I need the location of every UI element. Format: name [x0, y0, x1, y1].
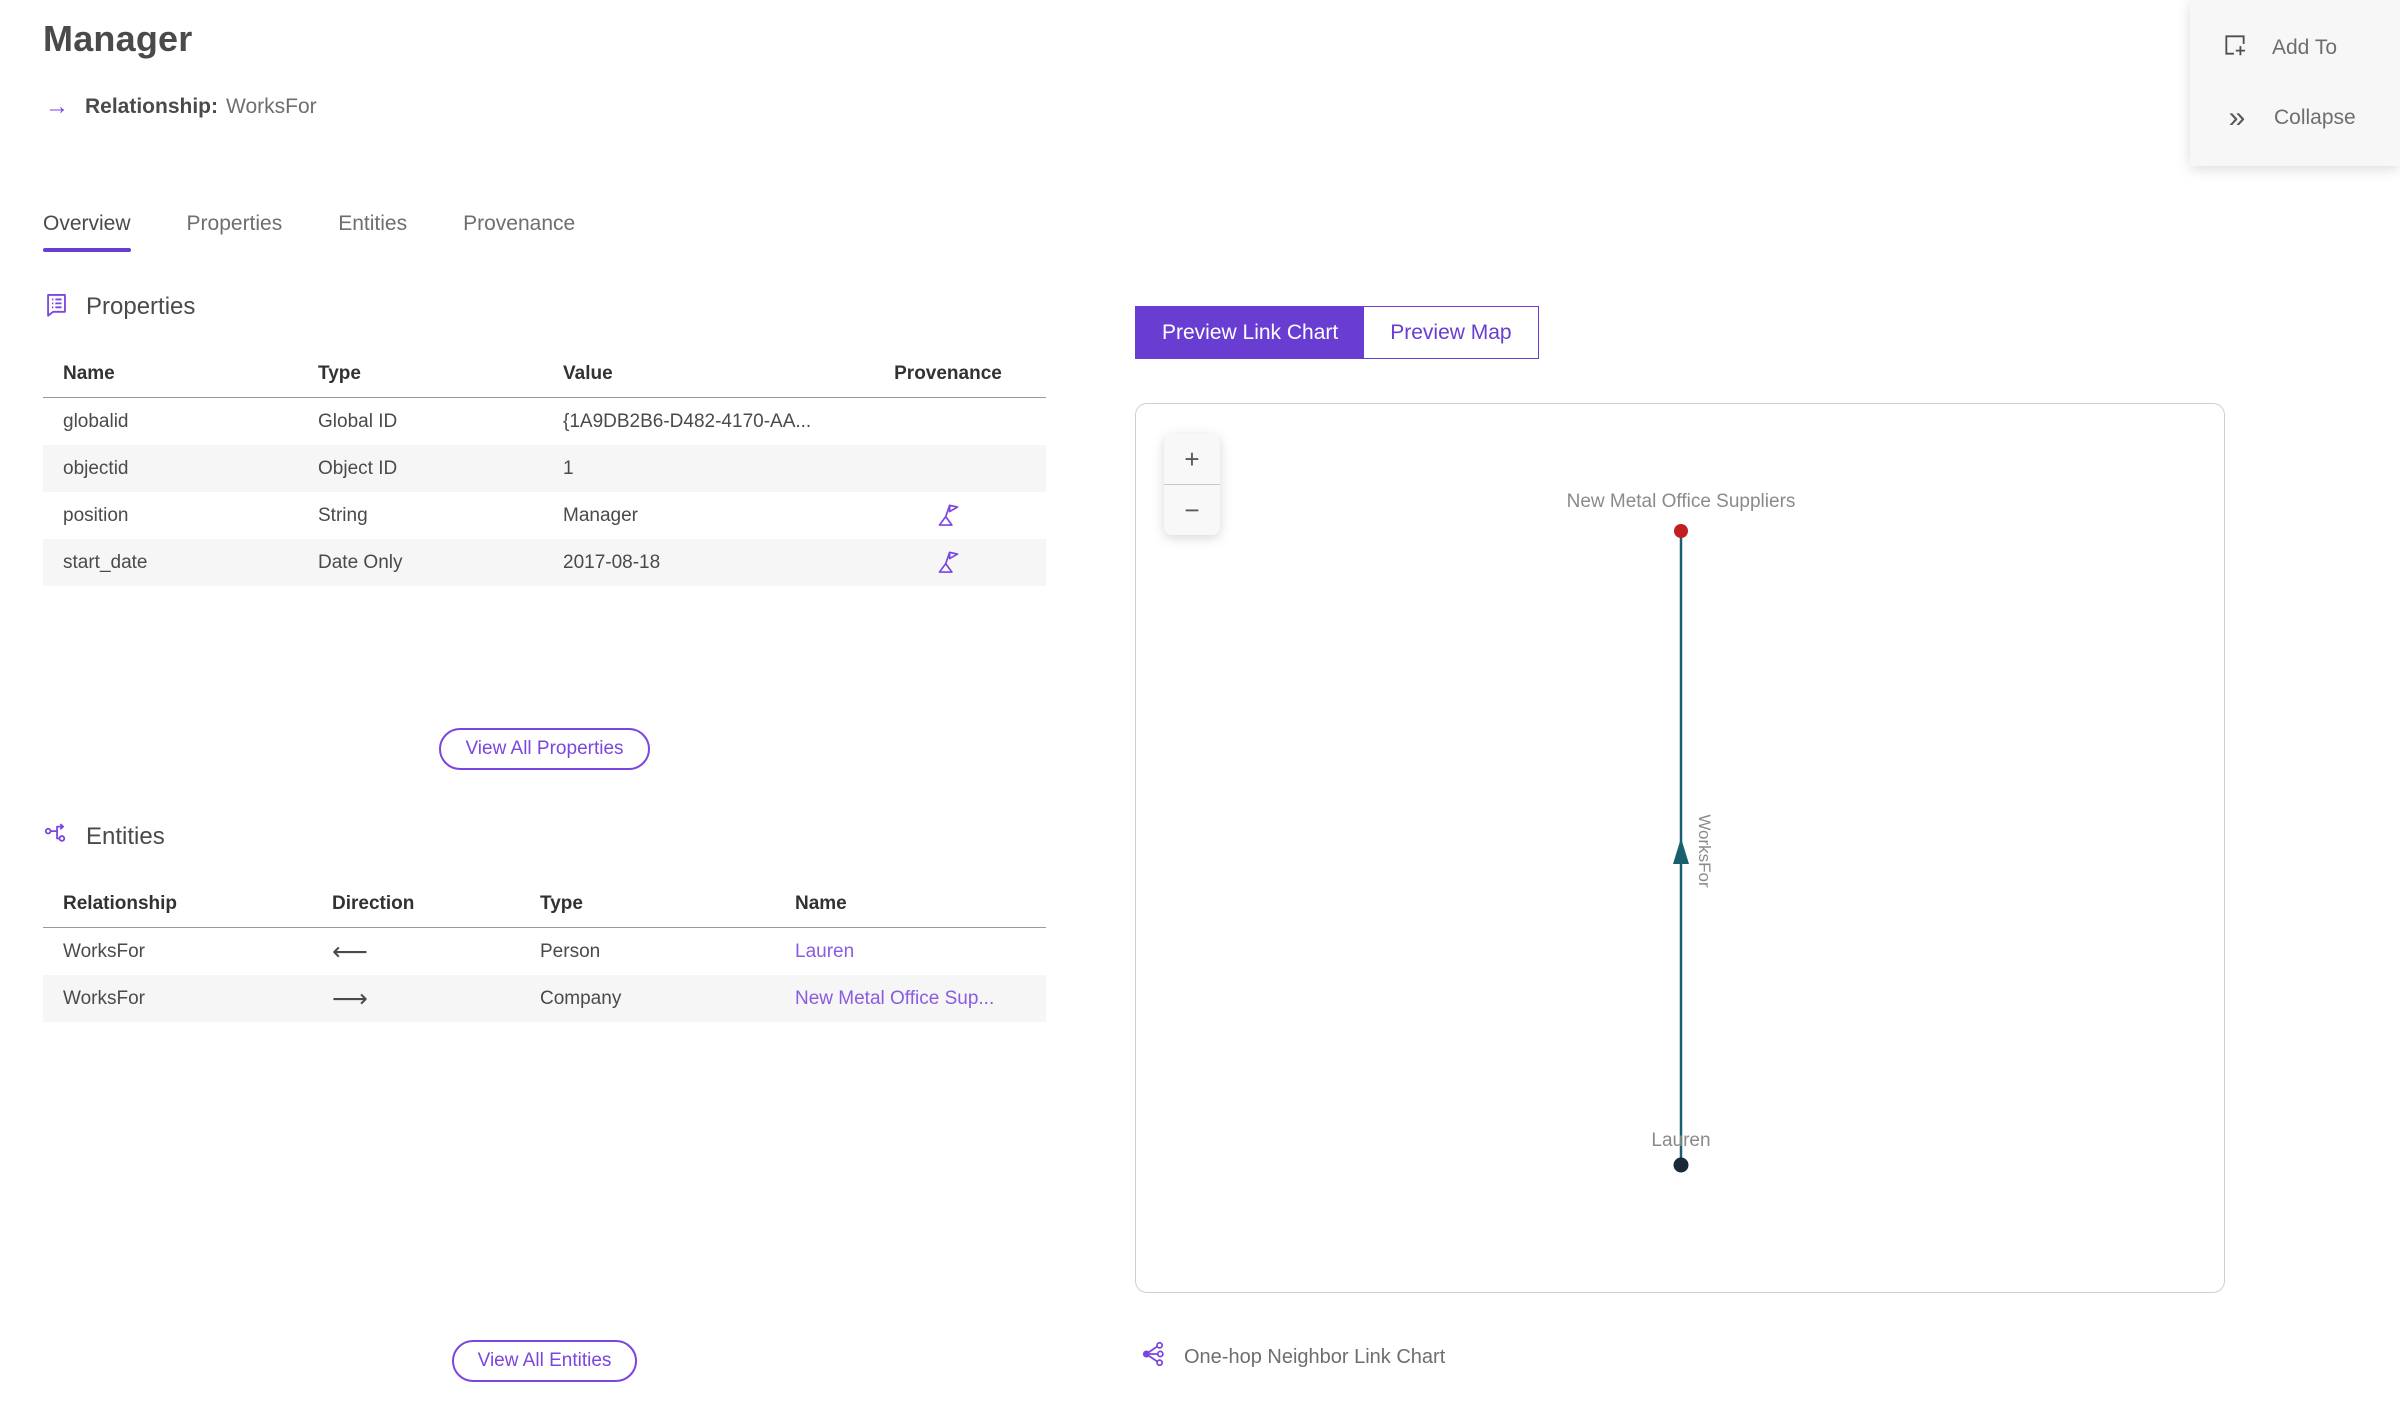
edge-arrowhead-icon: [1673, 838, 1689, 864]
prop-value: {1A9DB2B6-D482-4170-AA...: [563, 410, 812, 432]
action-card: Add To » Collapse: [2190, 0, 2400, 166]
entities-section-header: Entities: [43, 822, 1046, 852]
zoom-control: + −: [1164, 434, 1220, 535]
table-row: WorksFor ⟶ Company New Metal Office Sup.…: [43, 975, 1046, 1022]
entity-name-link[interactable]: Lauren: [795, 941, 1046, 963]
col-name: Name: [63, 363, 115, 384]
prop-value: 1: [563, 457, 574, 479]
company-node-label: New Metal Office Suppliers: [1567, 491, 1796, 512]
col-relationship: Relationship: [63, 893, 178, 914]
prop-name: globalid: [63, 410, 129, 432]
entities-section-title: Entities: [86, 823, 165, 850]
entity-type: Person: [540, 940, 601, 962]
tab-bar: Overview Properties Entities Provenance: [43, 212, 575, 252]
properties-section-header: Properties: [43, 292, 1046, 322]
tab-properties[interactable]: Properties: [187, 212, 283, 252]
collapse-label: Collapse: [2274, 105, 2356, 129]
entities-table-header: Relationship Direction Type Name: [43, 878, 1046, 928]
col-value: Value: [563, 363, 613, 384]
prop-type: String: [318, 504, 368, 526]
entities-icon: [43, 821, 70, 853]
entity-type: Company: [540, 987, 622, 1009]
properties-table-header: Name Type Value Provenance: [43, 348, 1046, 398]
properties-table: Name Type Value Provenance globalid Glob…: [43, 348, 1046, 586]
overview-left-column: Properties Name Type Value Provenance gl…: [43, 292, 1046, 1382]
properties-icon: [43, 291, 70, 323]
tab-provenance[interactable]: Provenance: [463, 212, 575, 252]
collapse-button[interactable]: » Collapse: [2222, 100, 2400, 134]
table-row: WorksFor ⟵ Person Lauren: [43, 928, 1046, 975]
preview-map-button[interactable]: Preview Map: [1364, 307, 1538, 358]
chart-caption: One-hop Neighbor Link Chart: [1140, 1340, 1445, 1374]
direction-right-arrow-icon: ⟶: [332, 984, 368, 1013]
prop-name: objectid: [63, 457, 129, 479]
prop-name: position: [63, 504, 129, 526]
edge-label: WorksFor: [1695, 814, 1714, 888]
tab-entities[interactable]: Entities: [338, 212, 407, 252]
add-to-button[interactable]: Add To: [2222, 32, 2400, 64]
col-type: Type: [318, 363, 361, 384]
person-node[interactable]: [1673, 1157, 1689, 1173]
prop-value: 2017-08-18: [563, 551, 661, 573]
col-direction: Direction: [332, 893, 415, 914]
preview-link-chart-button[interactable]: Preview Link Chart: [1136, 307, 1365, 358]
page-title: Manager: [43, 18, 193, 59]
properties-section-title: Properties: [86, 293, 196, 320]
add-to-label: Add To: [2272, 35, 2337, 59]
entity-relationship: WorksFor: [63, 940, 145, 962]
link-chart-panel[interactable]: + − WorksFor New Metal Office Suppliers …: [1135, 403, 2225, 1293]
entity-name-link[interactable]: New Metal Office Sup...: [795, 988, 1046, 1010]
provenance-flag-icon[interactable]: [850, 549, 1046, 576]
prop-type: Global ID: [318, 410, 398, 432]
add-to-icon: [2222, 32, 2248, 64]
relationship-value: WorksFor: [226, 95, 317, 118]
collapse-icon: »: [2228, 100, 2246, 134]
prop-name: start_date: [63, 551, 148, 573]
chart-caption-text: One-hop Neighbor Link Chart: [1184, 1345, 1446, 1368]
tab-overview[interactable]: Overview: [43, 212, 131, 252]
zoom-in-button[interactable]: +: [1164, 434, 1220, 484]
col-provenance: Provenance: [894, 363, 1002, 384]
table-row: globalid Global ID {1A9DB2B6-D482-4170-A…: [43, 398, 1046, 445]
preview-toggle: Preview Link Chart Preview Map: [1135, 306, 1539, 359]
prop-type: Object ID: [318, 457, 398, 479]
table-row: position String Manager: [43, 492, 1046, 539]
entities-table: Relationship Direction Type Name WorksFo…: [43, 878, 1046, 1022]
direction-left-arrow-icon: ⟵: [332, 937, 368, 966]
provenance-flag-icon[interactable]: [850, 502, 1046, 529]
one-hop-link-chart-icon: [1140, 1340, 1168, 1374]
company-node[interactable]: [1674, 524, 1688, 538]
relationship-subtitle: → Relationship: WorksFor: [45, 95, 317, 119]
relationship-arrow-icon: →: [45, 93, 69, 120]
prop-value: Manager: [563, 504, 638, 526]
prop-type: Date Only: [318, 551, 403, 573]
view-all-properties-button[interactable]: View All Properties: [439, 728, 650, 770]
col-type: Type: [540, 893, 583, 914]
entity-relationship: WorksFor: [63, 987, 145, 1009]
relationship-label: Relationship:: [85, 95, 219, 118]
zoom-out-button[interactable]: −: [1164, 485, 1220, 535]
view-all-entities-button[interactable]: View All Entities: [451, 1340, 638, 1382]
link-chart-graph[interactable]: WorksFor New Metal Office Suppliers Laur…: [1136, 404, 2224, 1292]
person-node-label: Lauren: [1651, 1130, 1710, 1151]
col-name: Name: [795, 893, 847, 914]
table-row: start_date Date Only 2017-08-18: [43, 539, 1046, 586]
table-row: objectid Object ID 1: [43, 445, 1046, 492]
